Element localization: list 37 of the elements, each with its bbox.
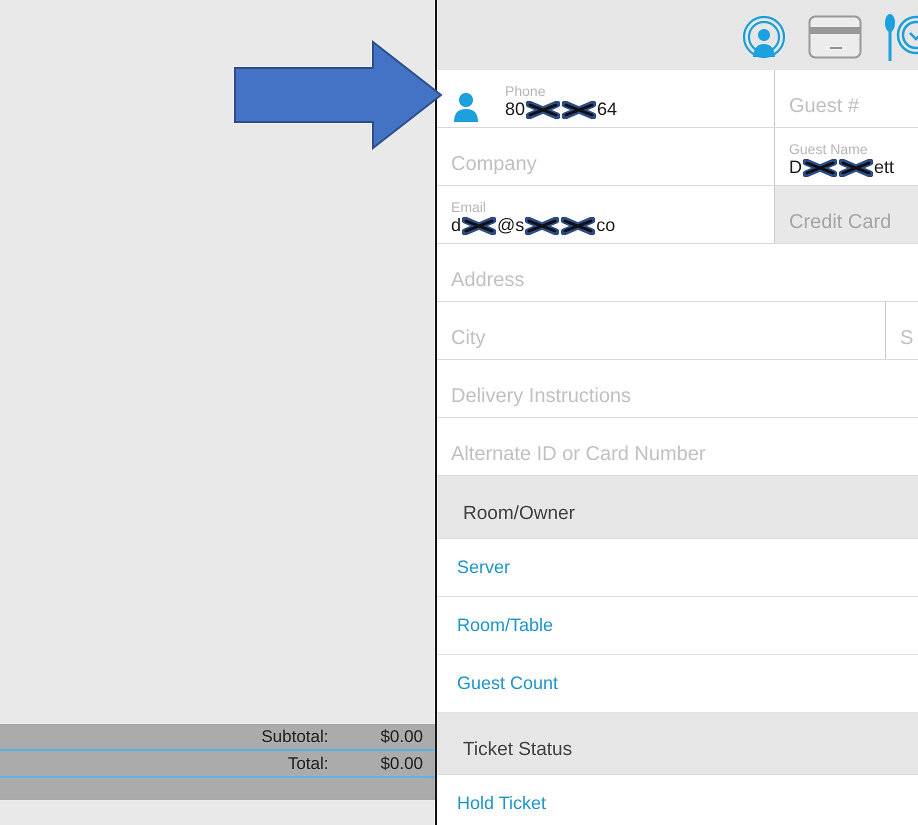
field-value: @s: [497, 215, 524, 237]
spoon-clock-icon[interactable]: [884, 13, 918, 61]
credit-card-icon[interactable]: [808, 15, 862, 59]
total-amount: $0.00: [380, 726, 423, 748]
redaction-mark: [561, 217, 596, 236]
field-label: Guest Name: [789, 142, 869, 158]
field-label: Phone: [505, 84, 546, 100]
input-field[interactable]: Company: [437, 128, 775, 185]
input-field[interactable]: S: [886, 302, 918, 359]
input-field[interactable]: Alternate ID or Card Number: [437, 418, 918, 475]
redaction-mark: [839, 159, 873, 178]
field-value: ett: [874, 157, 894, 179]
redaction-mark: [803, 159, 837, 178]
total-label: Subtotal:: [260, 726, 328, 748]
total-amount: $0.00: [380, 752, 423, 775]
redaction-mark: [462, 217, 496, 236]
form-field[interactable]: Email d @s co: [437, 186, 775, 243]
input-field[interactable]: City: [437, 302, 886, 359]
field-value: D: [789, 157, 802, 179]
field-value: 64: [597, 99, 618, 121]
input-field[interactable]: Guest #: [775, 70, 918, 127]
redaction-mark: [526, 101, 560, 120]
field-value: d: [451, 215, 462, 237]
input-field[interactable]: Delivery Instructions: [437, 360, 918, 417]
field-value: 80: [505, 99, 526, 121]
broadcast-person-icon[interactable]: [742, 15, 786, 59]
redaction-mark: [562, 101, 596, 120]
redaction-mark: [525, 217, 560, 236]
form-field[interactable]: Phone 80 64: [437, 70, 775, 127]
field-label: Email: [451, 200, 488, 216]
total-label: Total:: [286, 752, 328, 775]
person-icon: [453, 92, 479, 124]
input-field[interactable]: Address: [437, 244, 918, 301]
field-value: co: [596, 215, 616, 237]
section-title: Ticket Status: [463, 738, 572, 762]
section-title: Room/Owner: [463, 502, 575, 526]
form-field[interactable]: Guest Name D ett: [775, 128, 918, 185]
